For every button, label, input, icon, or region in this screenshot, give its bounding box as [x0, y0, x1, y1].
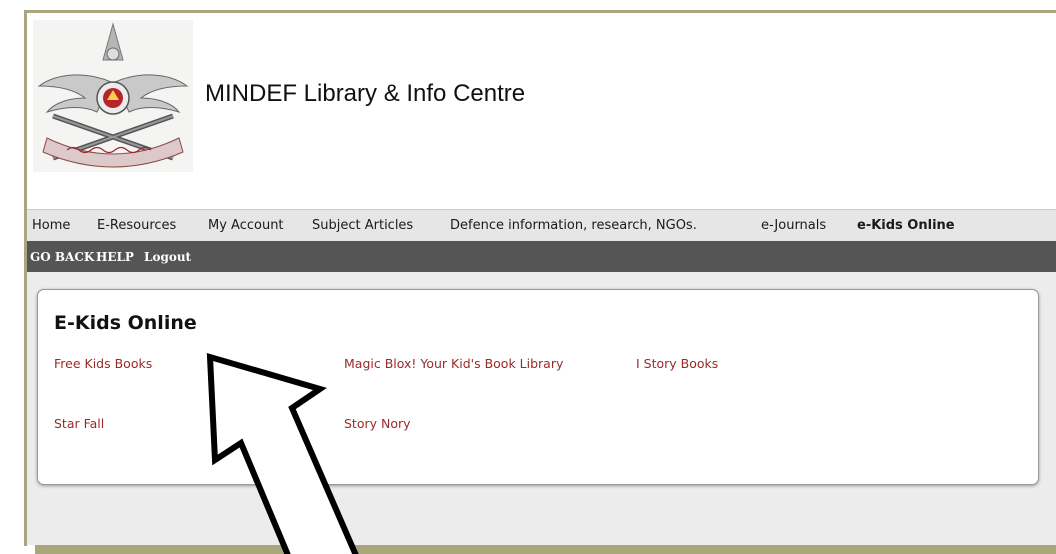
star-fall-link[interactable]: Star Fall — [54, 416, 104, 431]
main-nav-bar: Home E-Resources My Account Subject Arti… — [27, 209, 1056, 241]
nav-item-home[interactable]: Home — [32, 218, 70, 233]
i-story-books-link[interactable]: I Story Books — [636, 356, 718, 371]
nav-item-e-journals[interactable]: e-Journals — [761, 218, 826, 233]
nav-item-e-kids-online[interactable]: e-Kids Online — [857, 218, 955, 233]
nav-item-my-account[interactable]: My Account — [208, 218, 284, 233]
panel-title: E-Kids Online — [54, 312, 197, 334]
go-back-link[interactable]: GO BACK — [30, 250, 94, 264]
mindef-emblem-logo — [33, 20, 193, 172]
nav-item-e-resources[interactable]: E-Resources — [97, 218, 176, 233]
free-kids-books-link[interactable]: Free Kids Books — [54, 356, 152, 371]
logout-link[interactable]: Logout — [144, 250, 191, 264]
nav-item-defence-information[interactable]: Defence information, research, NGOs. — [450, 218, 697, 233]
help-link[interactable]: HELP — [96, 250, 134, 264]
site-title: MINDEF Library & Info Centre — [205, 80, 526, 107]
sub-nav-bar: GO BACK HELP Logout — [27, 241, 1056, 272]
nav-item-subject-articles[interactable]: Subject Articles — [312, 218, 413, 233]
pointer-arrow-icon — [206, 352, 359, 554]
